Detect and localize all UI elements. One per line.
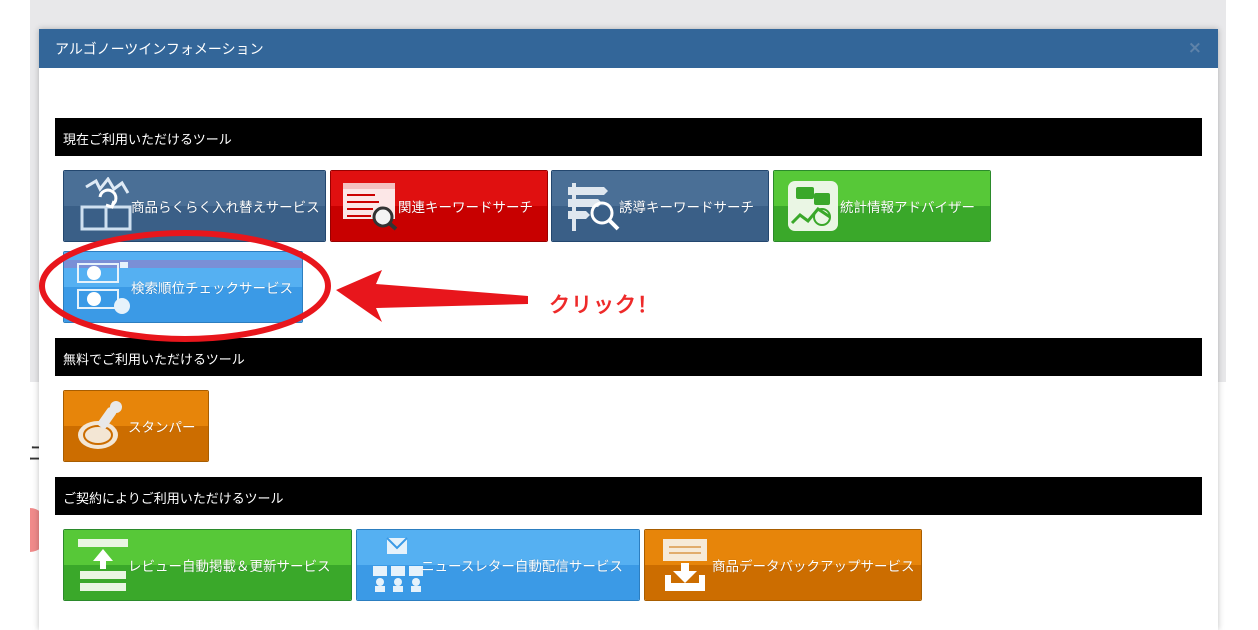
tool-button-newsletter[interactable]: ニュースレター自動配信サービス <box>356 529 640 601</box>
modal-header: アルゴノーツインフォメーション × <box>39 29 1218 68</box>
close-icon[interactable]: × <box>1188 38 1202 58</box>
tool-label: 商品らくらく入れ替えサービス <box>131 200 320 216</box>
chat-chart-icon <box>788 181 838 231</box>
section-title: ご契約によりご利用いただけるツール <box>63 492 284 507</box>
stamp-icon <box>78 401 122 449</box>
tool-button-review-auto-post[interactable]: レビュー自動掲載＆更新サービス <box>63 529 352 601</box>
section-header-contract-tools: ご契約によりご利用いただけるツール <box>55 477 1202 515</box>
tool-label: 統計情報アドバイザー <box>840 200 975 216</box>
keyword-list-search-icon <box>343 183 398 231</box>
tool-label: ニュースレター自動配信サービス <box>421 559 623 575</box>
signpost-search-icon <box>568 183 620 231</box>
backup-download-icon <box>663 539 707 591</box>
tool-label: スタンパー <box>128 420 196 436</box>
review-upload-icon <box>78 539 128 591</box>
tool-button-guided-keyword[interactable]: 誘導キーワードサーチ <box>551 170 769 242</box>
highlight-ellipse <box>39 230 331 342</box>
section-header-current-tools: 現在ご利用いただけるツール <box>55 118 1202 156</box>
tool-button-product-backup[interactable]: 商品データバックアップサービス <box>644 529 922 601</box>
tool-button-stamper[interactable]: スタンパー <box>63 390 209 462</box>
tool-label: レビュー自動掲載＆更新サービス <box>128 559 331 575</box>
pointer-arrow-icon <box>336 270 528 322</box>
click-callout: クリック！ <box>549 293 659 317</box>
tool-label: 誘導キーワードサーチ <box>619 200 754 216</box>
section-title: 現在ご利用いただけるツール <box>63 133 232 148</box>
modal-title: アルゴノーツインフォメーション <box>55 42 264 58</box>
section-title: 無料でご利用いただけるツール <box>63 353 245 368</box>
box-swap-icon <box>80 177 132 231</box>
tool-button-related-keyword[interactable]: 関連キーワードサーチ <box>330 170 548 242</box>
tool-button-statistics-advisor[interactable]: 統計情報アドバイザー <box>773 170 991 242</box>
tool-label: 関連キーワードサーチ <box>398 200 533 216</box>
tool-label: 商品データバックアップサービス <box>712 559 915 575</box>
newsletter-icon <box>373 537 423 592</box>
